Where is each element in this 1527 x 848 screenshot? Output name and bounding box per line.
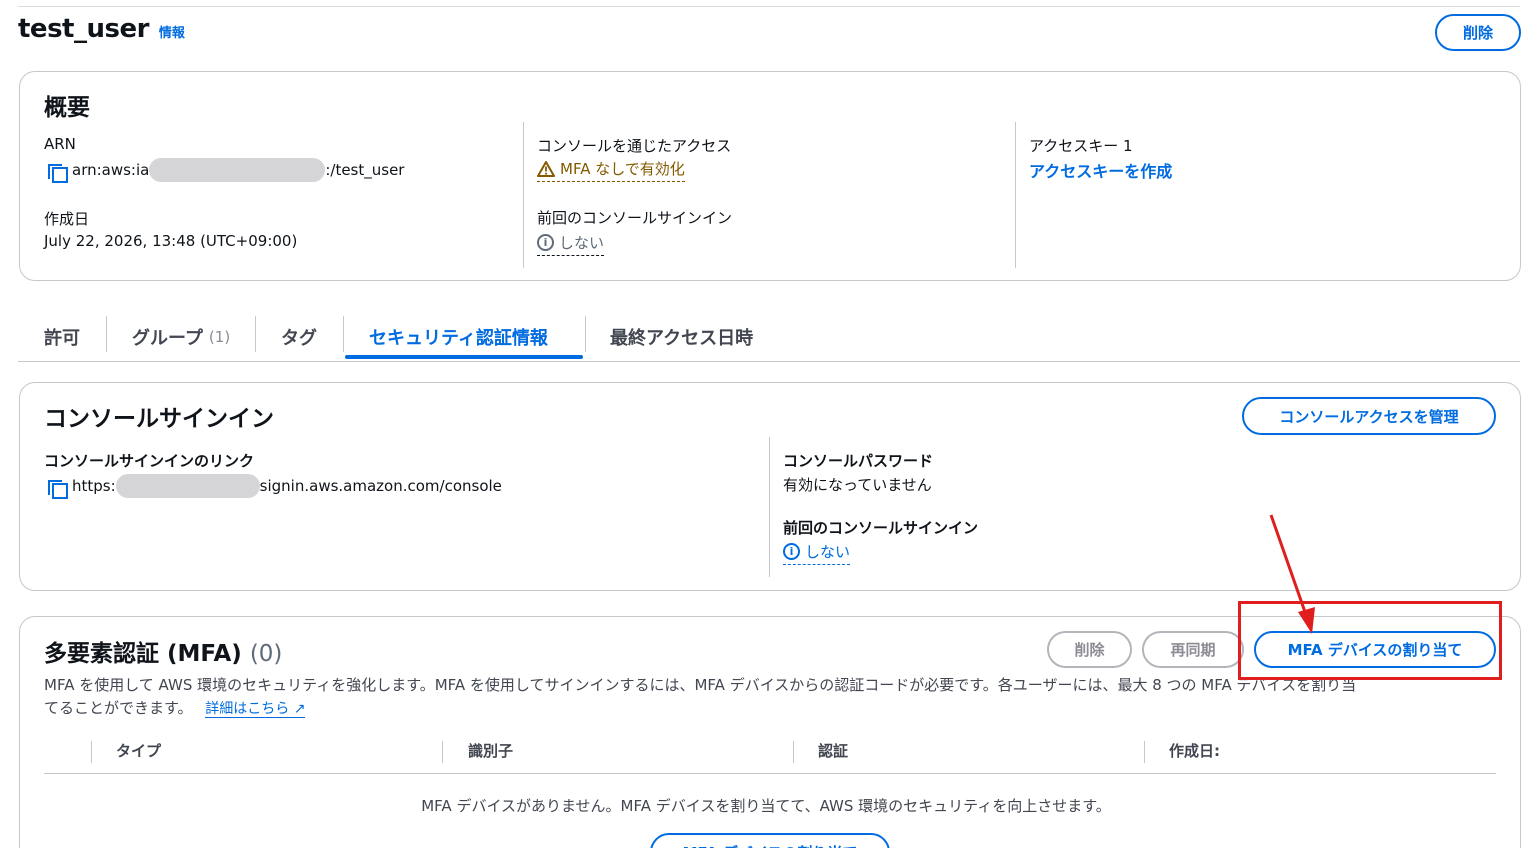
column-divider xyxy=(1015,122,1016,268)
created-label: 作成日 xyxy=(44,210,90,228)
signin-link-value: https: signin.aws.amazon.com/console xyxy=(48,474,502,499)
mfa-title-text: 多要素認証 (MFA) xyxy=(44,641,242,667)
tab-label: グループ xyxy=(132,328,203,349)
console-access-text: MFA なしで有効化 xyxy=(560,160,685,178)
tab-label: セキュリティ認証情報 xyxy=(369,328,548,349)
summary-title: 概要 xyxy=(44,95,90,121)
arn-value: arn:aws:ia :/test_user xyxy=(48,158,405,183)
tab-last-accessed[interactable]: 最終アクセス日時 xyxy=(586,312,777,362)
last-console-signin-value[interactable]: i しない xyxy=(783,541,851,565)
external-link-icon: ↗ xyxy=(293,701,306,717)
last-signin-label: 前回のコンソールサインイン xyxy=(537,209,733,227)
mfa-count: (0) xyxy=(249,641,283,667)
manage-console-access-button[interactable]: コンソールアクセスを管理 xyxy=(1242,397,1496,435)
tab-groups[interactable]: グループ (1) xyxy=(108,312,254,362)
create-access-key-link[interactable]: アクセスキーを作成 xyxy=(1029,158,1172,182)
tab-permissions[interactable]: 許可 xyxy=(20,312,104,362)
info-icon: i xyxy=(783,543,800,560)
empty-assign-mfa-button[interactable]: MFA デバイスの割り当て xyxy=(650,833,890,848)
copy-icon[interactable] xyxy=(48,477,68,499)
column-divider xyxy=(793,741,794,763)
redacted-block xyxy=(115,474,260,498)
details-link-text: 詳細はこちら xyxy=(205,701,290,717)
console-access-label: コンソールを通じたアクセス xyxy=(537,137,732,155)
arn-prefix: arn:aws:ia xyxy=(72,161,150,179)
column-divider xyxy=(769,437,770,577)
tab-label: 最終アクセス日時 xyxy=(610,328,754,349)
console-access-status[interactable]: MFA なしで有効化 xyxy=(537,158,685,182)
last-console-signin-text: しない xyxy=(805,543,851,561)
last-console-signin-label: 前回のコンソールサインイン xyxy=(783,519,979,537)
column-header-type[interactable]: タイプ xyxy=(116,740,161,761)
column-divider xyxy=(1144,741,1145,763)
column-header-created[interactable]: 作成日: xyxy=(1169,740,1220,761)
mfa-delete-button[interactable]: 削除 xyxy=(1047,631,1132,668)
tab-divider xyxy=(255,316,256,352)
console-password-value: 有効になっていません xyxy=(783,476,932,494)
access-key-label: アクセスキー 1 xyxy=(1029,137,1133,155)
copy-icon[interactable] xyxy=(48,161,68,183)
page-title: test_user xyxy=(18,14,149,44)
arn-suffix: :/test_user xyxy=(325,161,405,179)
tab-count: (1) xyxy=(208,328,231,346)
tab-divider xyxy=(106,316,107,352)
tab-tags[interactable]: タグ xyxy=(257,312,341,362)
signin-link-suffix: signin.aws.amazon.com/console xyxy=(259,477,502,495)
active-tab-indicator xyxy=(345,355,583,359)
console-password-label: コンソールパスワード xyxy=(783,452,934,470)
column-header-identifier[interactable]: 識別子 xyxy=(468,740,513,761)
arn-label: ARN xyxy=(44,135,76,153)
info-icon: i xyxy=(537,234,554,251)
console-access-value[interactable]: MFA なしで有効化 xyxy=(537,158,685,182)
redacted-block xyxy=(149,158,326,182)
tab-label: 許可 xyxy=(44,328,80,349)
tab-label: タグ xyxy=(281,328,317,349)
table-header-divider xyxy=(44,773,1496,774)
tab-bar: 許可 グループ (1) タグ セキュリティ認証情報 最終アクセス日時 xyxy=(18,312,1520,362)
mfa-empty-message: MFA デバイスがありません。MFA デバイスを割り当てて、AWS 環境のセキュ… xyxy=(421,797,1111,815)
delete-user-button[interactable]: 削除 xyxy=(1435,14,1521,51)
signin-link-label: コンソールサインインのリンク xyxy=(44,452,255,470)
warning-icon xyxy=(537,160,555,177)
column-header-certification[interactable]: 認証 xyxy=(818,740,848,761)
last-console-signin-status[interactable]: i しない xyxy=(783,541,851,565)
console-signin-title: コンソールサインイン xyxy=(44,406,274,432)
annotation-highlight-box xyxy=(1238,601,1502,680)
signin-link-prefix: https: xyxy=(72,477,116,495)
tab-divider xyxy=(343,316,344,352)
mfa-description-line2: てることができます。 詳細はこちら ↗ xyxy=(44,697,306,721)
mfa-title: 多要素認証 (MFA) (0) xyxy=(44,634,282,668)
column-divider xyxy=(91,741,92,763)
page-header: test_user 情報 xyxy=(18,14,185,44)
last-signin-text: しない xyxy=(559,234,605,252)
created-value: July 22, 2026, 13:48 (UTC+09:00) xyxy=(44,232,298,250)
column-divider xyxy=(523,122,524,268)
mfa-description-text: てることができます。 xyxy=(44,699,193,717)
details-link[interactable]: 詳細はこちら ↗ xyxy=(205,701,306,718)
mfa-resync-button[interactable]: 再同期 xyxy=(1142,631,1244,668)
top-divider xyxy=(18,6,1520,7)
column-divider xyxy=(442,741,443,763)
last-signin-value[interactable]: i しない xyxy=(537,232,605,256)
last-signin-status[interactable]: i しない xyxy=(537,232,605,256)
info-link[interactable]: 情報 xyxy=(159,22,185,41)
